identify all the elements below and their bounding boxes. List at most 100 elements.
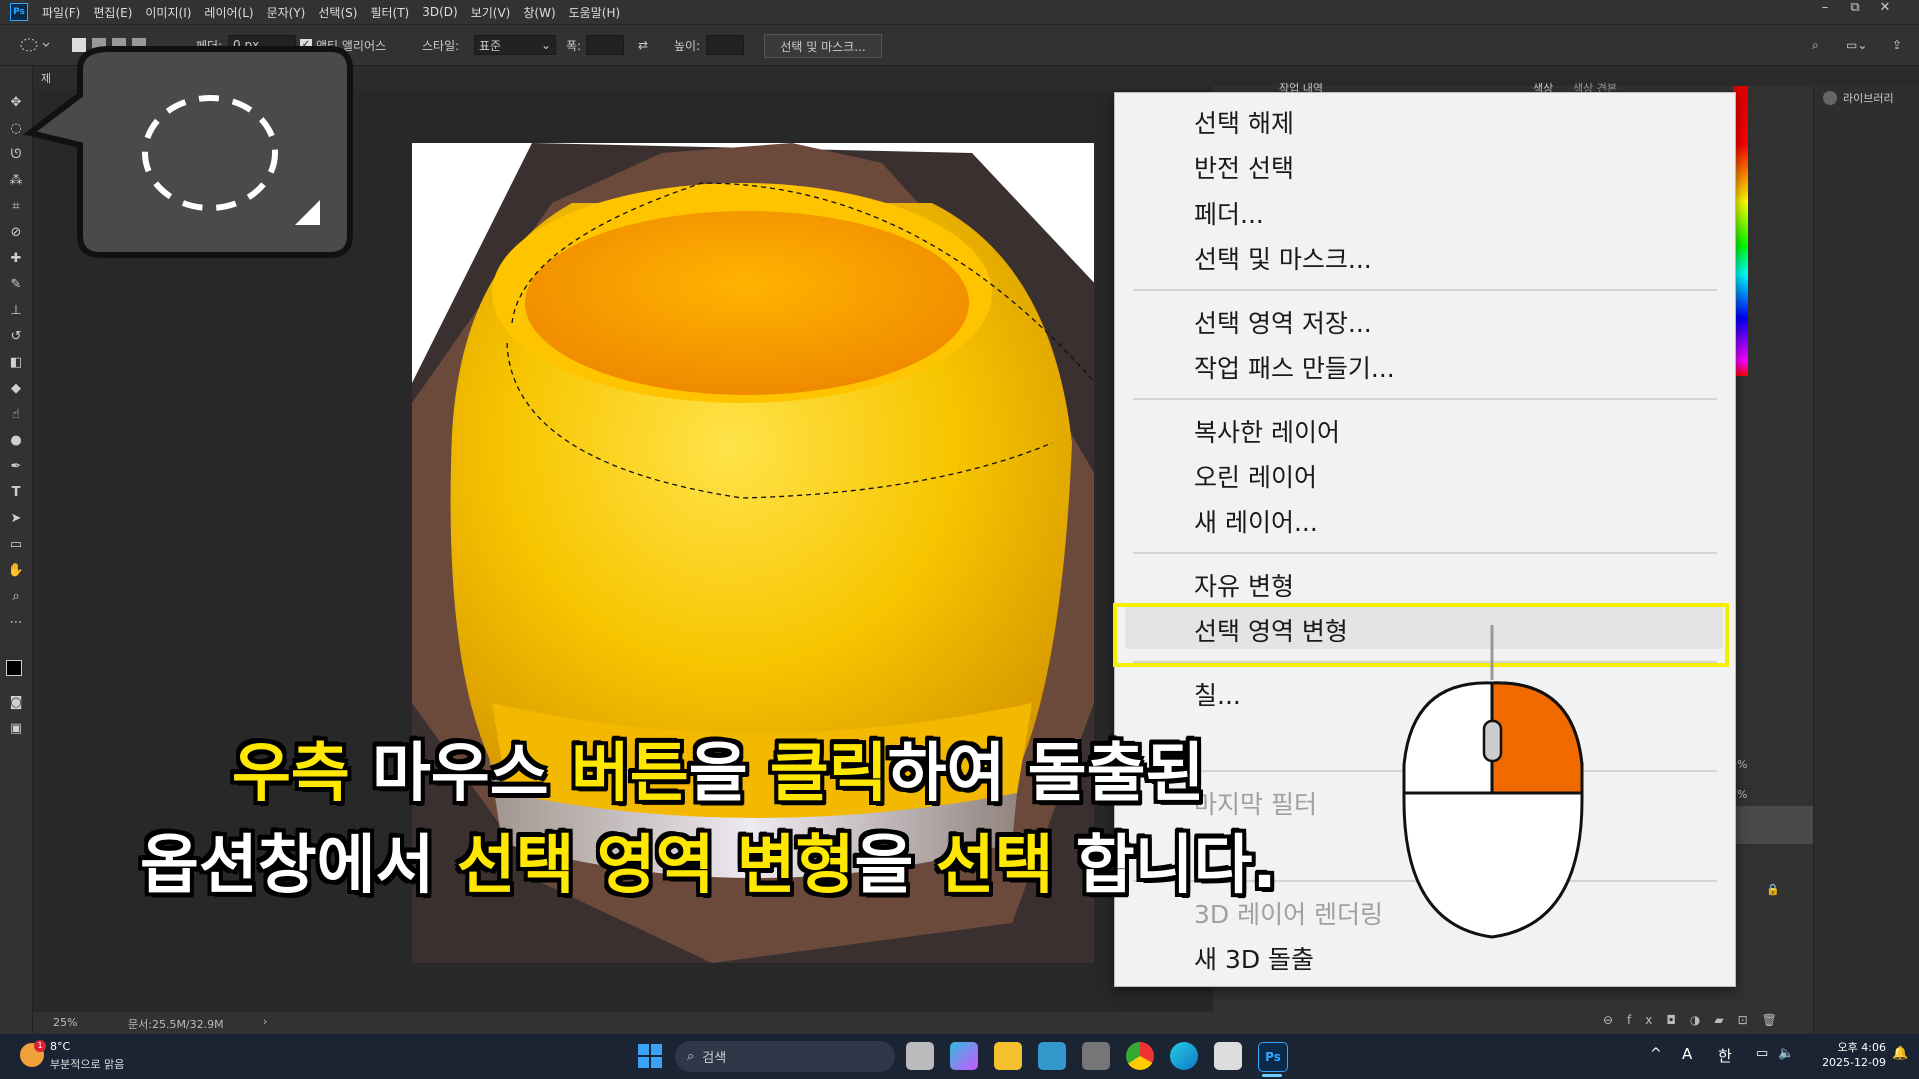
menu-item-new-layer[interactable]: 새 레이어... [1194,503,1318,539]
menu-separator [1133,289,1717,291]
screen-mode-icon[interactable]: ▣ [7,720,25,738]
volume-icon[interactable]: 🔈 [1778,1046,1794,1061]
menu-item-layer-via-copy[interactable]: 복사한 레이어 [1194,413,1340,449]
libraries-panel [1813,86,1919,1036]
menu-select[interactable]: 선택(S) [318,4,357,21]
menu-separator [1133,552,1717,554]
history-brush-icon[interactable]: ↺ [7,328,25,346]
menu-item-layer-via-cut[interactable]: 오린 레이어 [1194,458,1317,494]
calculator-icon[interactable] [1082,1042,1110,1070]
libraries-button[interactable]: 라이브러리 [1823,90,1894,106]
search-placeholder: 검색 [702,1051,727,1066]
snipping-tool-icon[interactable] [1214,1042,1242,1070]
copilot-icon[interactable] [950,1042,978,1070]
select-and-mask-button[interactable]: 선택 및 마스크... [764,34,882,58]
menu-3d[interactable]: 3D(D) [422,5,457,19]
clock-time[interactable]: 오후 4:06 [1810,1039,1886,1055]
menu-help[interactable]: 도움말(H) [569,4,621,21]
zoom-tool-icon[interactable]: ⌕ [7,588,25,606]
network-icon[interactable]: ▭ [1756,1046,1768,1061]
store-icon[interactable] [1038,1042,1066,1070]
workspace-icon[interactable]: ▭⌄ [1846,35,1867,55]
search-icon[interactable]: ⌕ [1812,35,1819,55]
menu-type[interactable]: 문자(Y) [267,4,306,21]
subtitle-word: 을 [688,737,770,811]
menu-layer[interactable]: 레이어(L) [204,4,253,21]
weather-badge: 1 [34,1040,46,1052]
status-arrow-icon[interactable]: › [263,1015,267,1028]
restore-button[interactable]: ⧉ [1840,0,1870,15]
menu-image[interactable]: 이미지(I) [145,4,191,21]
menu-file[interactable]: 파일(F) [42,4,80,21]
task-view-icon[interactable] [906,1042,934,1070]
menu-item-select-and-mask[interactable]: 선택 및 마스크... [1194,240,1372,276]
menu-view[interactable]: 보기(V) [471,4,511,21]
creative-cloud-icon [1823,91,1837,105]
active-app-indicator [1262,1074,1282,1077]
paint-bucket-icon[interactable]: ◆ [7,380,25,398]
opacity-unit-1: % [1737,758,1748,771]
menu-item-fill[interactable]: 칠... [1194,676,1241,712]
menu-filter[interactable]: 필터(T) [370,4,409,21]
subtitle-word: 선택 영역 변형 [456,829,855,903]
subtitle-word: 선택 [935,829,1054,903]
subtitle-word: 을 [854,829,936,903]
subtitle-word: 클릭 [769,737,888,811]
width-label: 폭: [566,38,582,53]
file-explorer-icon[interactable] [994,1042,1022,1070]
type-tool-icon[interactable]: T [7,484,25,502]
ime-mode-a[interactable]: A [1682,1045,1692,1063]
zoom-level[interactable]: 25% [53,1016,77,1029]
hand-tool-icon[interactable]: ✋ [7,562,25,580]
more-tools-icon[interactable]: ⋯ [7,614,25,632]
foreground-color-swatch[interactable] [6,660,22,676]
menu-item-feather[interactable]: 페더... [1194,195,1264,231]
menu-item-make-work-path[interactable]: 작업 패스 만들기... [1194,349,1395,385]
menu-item-save-selection[interactable]: 선택 영역 저장... [1194,304,1372,340]
clock-date[interactable]: 2025-12-09 [1810,1056,1886,1069]
lock-icon: 🔒 [1766,883,1780,896]
pen-tool-icon[interactable]: ✒ [7,458,25,476]
menu-separator [1133,398,1717,400]
chrome-icon[interactable] [1126,1042,1154,1070]
chevron-down-icon: ⌄ [540,38,551,52]
rectangle-tool-icon[interactable]: ▭ [7,536,25,554]
ime-mode-han[interactable]: 한 [1718,1045,1732,1066]
taskbar-search-box[interactable]: ⌕ 검색 [675,1041,895,1072]
subtitle-word: 하여 돌출된 [887,737,1205,811]
edge-icon[interactable] [1170,1042,1198,1070]
width-input[interactable] [586,35,624,55]
quick-mask-icon[interactable]: ◙ [7,694,25,712]
window-controls: – ⧉ ✕ [1810,0,1900,15]
eraser-icon[interactable]: ◧ [7,354,25,372]
menu-edit[interactable]: 편집(E) [93,4,132,21]
minimize-button[interactable]: – [1810,0,1840,15]
dodge-tool-icon[interactable]: ● [7,432,25,450]
menu-item-select-inverse[interactable]: 반전 선택 [1194,149,1294,185]
photoshop-logo-icon: Ps [10,3,28,21]
opacity-unit-2: % [1737,788,1748,801]
tool-callout-bubble [23,46,353,258]
close-button[interactable]: ✕ [1870,0,1900,15]
notification-bell-icon[interactable]: 🔔 [1892,1046,1908,1061]
menu-item-new-3d-extrusion[interactable]: 새 3D 돌출 [1194,940,1314,976]
tray-overflow-icon[interactable]: ^ [1650,1046,1662,1062]
layers-footer-icons[interactable]: ⊖fx◘◑▰⊡🗑 [1603,1013,1791,1027]
height-input[interactable] [706,35,744,55]
menu-item-free-transform[interactable]: 자유 변형 [1194,567,1294,603]
subtitle-line-2: 옵션창에서 선택 영역 변형을 선택 합니다. [140,814,1277,906]
share-icon[interactable]: ⇪ [1892,35,1902,55]
windows-start-icon[interactable] [638,1044,662,1068]
menu-window[interactable]: 창(W) [523,4,555,21]
smudge-tool-icon[interactable]: ☝ [7,406,25,424]
weather-desc[interactable]: 부분적으로 맑음 [50,1056,124,1072]
weather-temp[interactable]: 8°C [50,1040,70,1053]
menu-item-deselect[interactable]: 선택 해제 [1194,104,1294,140]
style-select[interactable]: 표준 ⌄ [474,35,556,55]
photoshop-taskbar-icon[interactable]: Ps [1258,1042,1288,1072]
brush-tool-icon[interactable]: ✎ [7,276,25,294]
swap-icon[interactable]: ⇄ [638,35,648,55]
path-selection-icon[interactable]: ➤ [7,510,25,528]
clone-stamp-icon[interactable]: ⊥ [7,302,25,320]
subtitle-word: 버튼 [570,737,689,811]
